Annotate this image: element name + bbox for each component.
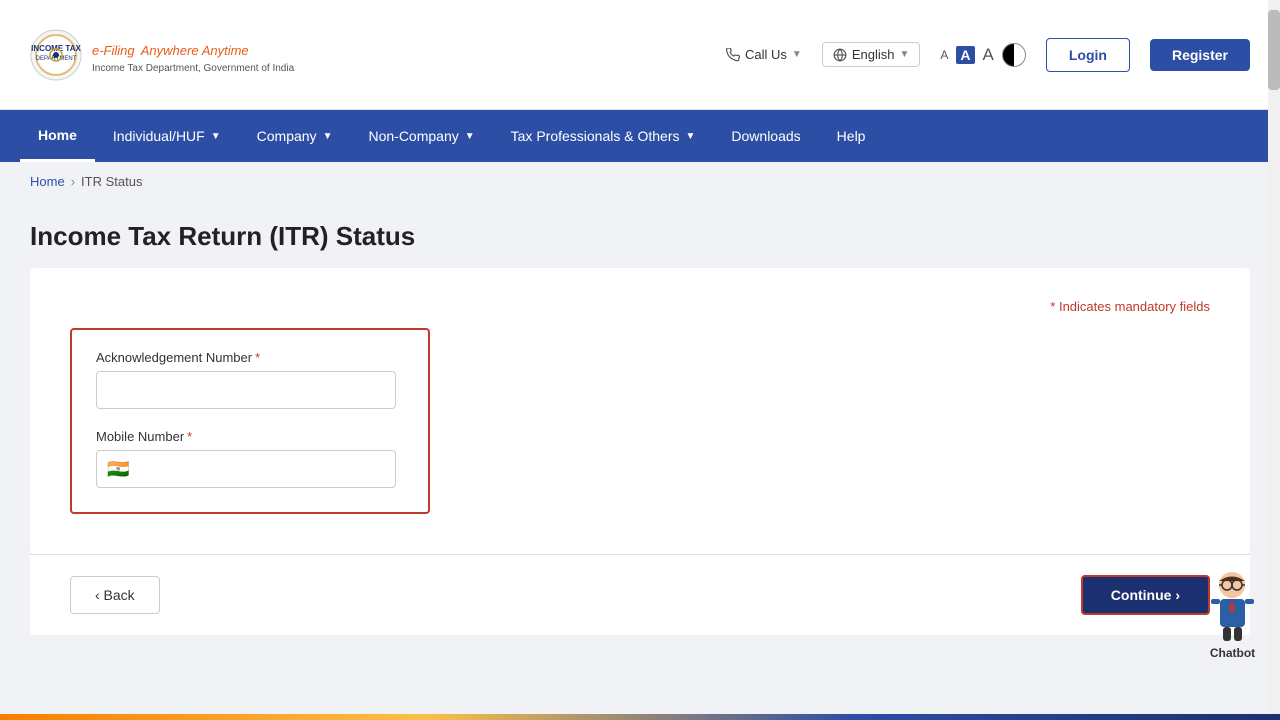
logo-efiling-label: e-Filing Anywhere Anytime (92, 35, 294, 61)
navigation-bar: Home Individual/HUF ▼ Company ▼ Non-Comp… (0, 110, 1280, 162)
nav-item-company[interactable]: Company ▼ (239, 110, 351, 162)
nav-item-home[interactable]: Home (20, 110, 95, 162)
chatbot-label: Chatbot (1210, 646, 1255, 660)
logo-subtitle-text: Income Tax Department, Government of Ind… (92, 63, 294, 74)
nav-help-label: Help (837, 128, 866, 144)
nav-noncompany-label: Non-Company (368, 128, 458, 144)
nav-company-chevron-icon: ▼ (323, 131, 333, 142)
nav-taxprofessionals-label: Tax Professionals & Others (511, 128, 680, 144)
register-button[interactable]: Register (1150, 39, 1250, 71)
logo-text: e-Filing Anywhere Anytime Income Tax Dep… (92, 35, 294, 74)
nav-downloads-label: Downloads (731, 128, 800, 144)
continue-button[interactable]: Continue › (1081, 575, 1210, 615)
nav-individual-label: Individual/HUF (113, 128, 205, 144)
mandatory-star: * (1050, 299, 1055, 314)
nav-taxprofessionals-chevron-icon: ▼ (686, 131, 696, 142)
nav-item-individual[interactable]: Individual/HUF ▼ (95, 110, 239, 162)
action-row: ‹ Back Continue › (30, 554, 1250, 635)
nav-noncompany-chevron-icon: ▼ (465, 131, 475, 142)
page-title: Income Tax Return (ITR) Status (30, 221, 1250, 252)
breadcrumb-separator: › (71, 174, 75, 189)
footer-bar (0, 714, 1280, 720)
language-selector[interactable]: English ▼ (822, 42, 921, 67)
mobile-label-text: Mobile Number (96, 429, 184, 444)
language-label: English (852, 47, 895, 62)
phone-input-wrapper: 🇮🇳 (96, 450, 396, 488)
form-box: Acknowledgement Number * Mobile Number *… (70, 328, 430, 514)
acknowledgement-input[interactable] (96, 371, 396, 409)
nav-item-downloads[interactable]: Downloads (713, 110, 818, 162)
chatbot-widget[interactable]: Chatbot (1205, 569, 1260, 660)
ack-required-star: * (255, 350, 260, 365)
ack-label-text: Acknowledgement Number (96, 350, 252, 365)
nav-individual-chevron-icon: ▼ (211, 131, 221, 142)
breadcrumb-home-link[interactable]: Home (30, 174, 65, 189)
language-chevron-icon: ▼ (899, 49, 909, 60)
mobile-label: Mobile Number * (96, 429, 404, 444)
chatbot-figure-icon (1205, 569, 1260, 644)
scrollbar-track (1268, 0, 1280, 720)
font-medium-button[interactable]: A (956, 46, 974, 64)
nav-item-taxprofessionals[interactable]: Tax Professionals & Others ▼ (493, 110, 714, 162)
font-controls: A A A (940, 43, 1025, 67)
logo-area: INCOME TAX DEPARTMENT e-Filing Anywhere … (30, 29, 294, 81)
nav-company-label: Company (257, 128, 317, 144)
form-card: * Indicates mandatory fields Acknowledge… (30, 268, 1250, 554)
breadcrumb-current-page: ITR Status (81, 174, 142, 189)
mobile-input[interactable] (135, 451, 385, 487)
back-button[interactable]: ‹ Back (70, 576, 160, 614)
nav-home-label: Home (38, 127, 77, 143)
india-flag-icon: 🇮🇳 (107, 459, 129, 480)
header: INCOME TAX DEPARTMENT e-Filing Anywhere … (0, 0, 1280, 110)
mandatory-note: * Indicates mandatory fields (1050, 299, 1210, 314)
acknowledgement-field: Acknowledgement Number * (96, 350, 404, 409)
main-content: Income Tax Return (ITR) Status * Indicat… (0, 201, 1280, 675)
acknowledgement-label: Acknowledgement Number * (96, 350, 404, 365)
mandatory-text: Indicates mandatory fields (1059, 299, 1210, 314)
font-small-button[interactable]: A (940, 48, 948, 62)
breadcrumb: Home › ITR Status (0, 162, 1280, 201)
efiling-text: e-Filing (92, 43, 135, 58)
font-large-button[interactable]: A (983, 45, 994, 65)
nav-item-noncompany[interactable]: Non-Company ▼ (350, 110, 492, 162)
tagline-text: Anywhere Anytime (141, 43, 249, 58)
globe-icon (833, 48, 847, 62)
scrollbar-thumb[interactable] (1268, 10, 1280, 90)
nav-item-help[interactable]: Help (819, 110, 884, 162)
contrast-toggle-button[interactable] (1002, 43, 1026, 67)
header-right: Call Us ▼ English ▼ A A A Login Register (726, 38, 1250, 72)
call-us-label: Call Us (745, 47, 787, 62)
mobile-required-star: * (187, 429, 192, 444)
mobile-field: Mobile Number * 🇮🇳 (96, 429, 404, 488)
logo-emblem-icon: INCOME TAX DEPARTMENT (30, 29, 82, 81)
login-button[interactable]: Login (1046, 38, 1130, 72)
call-us-button[interactable]: Call Us ▼ (726, 47, 802, 62)
phone-icon (726, 48, 740, 62)
call-us-chevron-icon: ▼ (792, 49, 802, 60)
